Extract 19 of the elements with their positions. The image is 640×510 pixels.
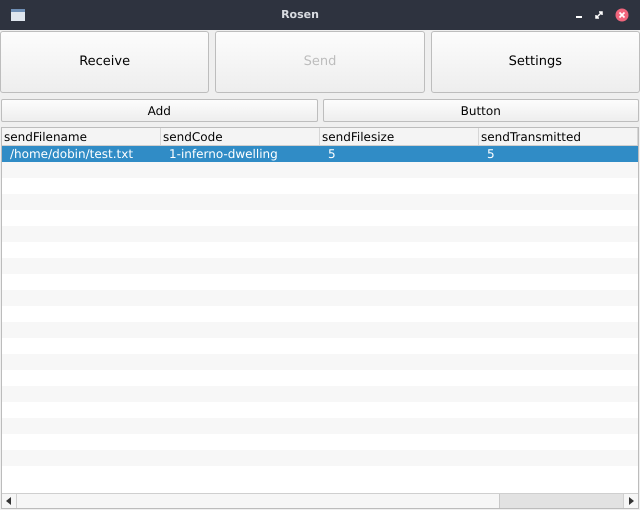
table-cell-text: 1-inferno-dwelling (168, 146, 279, 162)
column-header[interactable]: sendCode (161, 128, 320, 145)
maximize-icon[interactable] (595, 11, 603, 19)
column-header[interactable]: sendFilename (2, 128, 161, 145)
window-icon (11, 9, 25, 21)
toolbar-button[interactable]: Settings (430, 31, 640, 93)
action-button[interactable]: Button (322, 99, 639, 122)
action-button[interactable]: Add (1, 99, 318, 122)
window-title: Rosen (280, 6, 320, 23)
close-icon[interactable] (615, 8, 629, 22)
column-header[interactable]: sendFilesize (320, 128, 479, 145)
scrollbar-thumb[interactable] (499, 494, 623, 508)
toolbar-button[interactable]: Receive (0, 31, 210, 93)
table-row[interactable]: /home/dobin/test.txt 1-inferno-dwelling 5 5 (2, 146, 638, 162)
horizontal-scrollbar[interactable] (2, 493, 638, 508)
column-header[interactable]: sendTransmitted (479, 128, 638, 145)
table-cell-text: 5 (486, 146, 496, 162)
table-cell-text: 5 (327, 146, 337, 162)
table-cell-text: /home/dobin/test.txt (9, 146, 134, 162)
